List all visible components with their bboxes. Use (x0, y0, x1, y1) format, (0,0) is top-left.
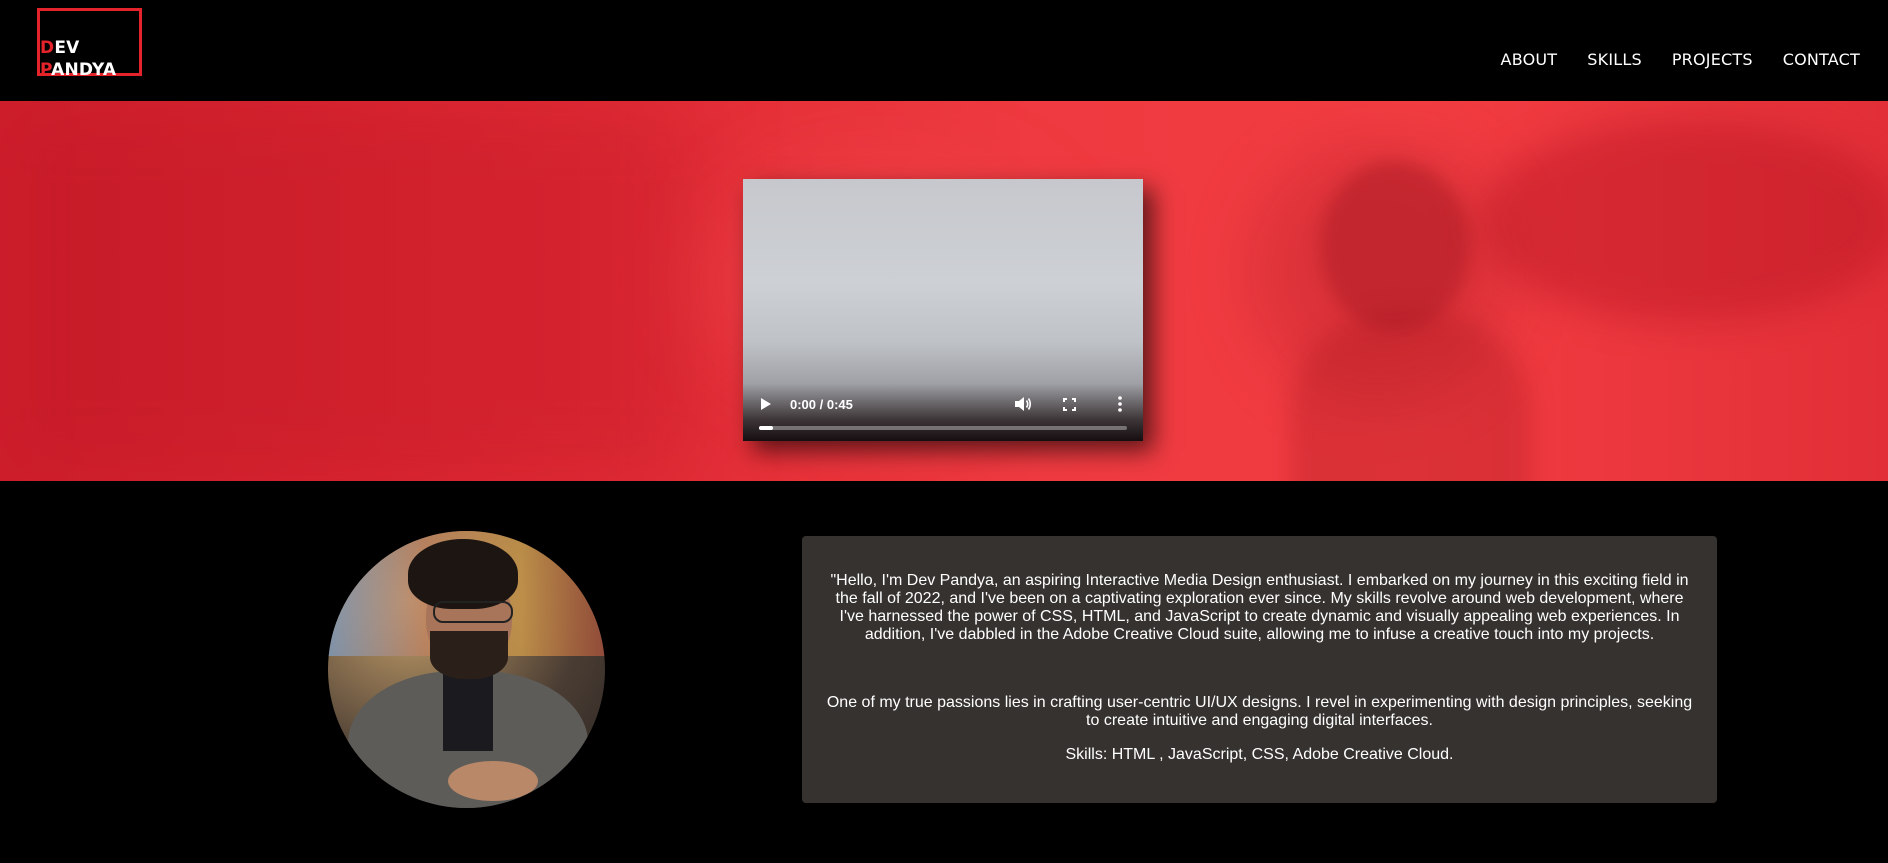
site-header: DEV PANDYA ABOUT SKILLS PROJECTS CONTACT (0, 0, 1888, 101)
profile-photo (328, 531, 605, 808)
photo-glasses (433, 601, 513, 623)
hero-texture (0, 101, 700, 481)
video-time: 0:00 / 0:45 (790, 397, 853, 412)
hero-texture (1480, 121, 1888, 321)
fullscreen-icon[interactable] (1063, 398, 1076, 411)
about-skills-text: Skills: HTML , JavaScript, CSS, Adobe Cr… (1065, 746, 1454, 763)
photo-hair (408, 539, 518, 609)
hero-figure-head (1320, 161, 1470, 331)
nav-contact-link[interactable]: CONTACT (1783, 50, 1860, 69)
logo-initial-d: D (40, 38, 55, 58)
logo-initial-p: P (40, 60, 52, 80)
volume-icon[interactable] (1014, 396, 1032, 412)
video-progress-bar[interactable] (759, 426, 1127, 430)
nav-projects-link[interactable]: PROJECTS (1672, 50, 1753, 69)
video-player[interactable]: 0:00 / 0:45 (743, 179, 1143, 441)
photo-shirt (443, 671, 493, 751)
nav-skills-link[interactable]: SKILLS (1587, 50, 1642, 69)
nav-about-link[interactable]: ABOUT (1501, 50, 1558, 69)
logo[interactable]: DEV PANDYA (37, 8, 142, 80)
logo-first-name: EV (54, 38, 80, 58)
about-passion-text: One of my true passions lies in crafting… (826, 694, 1693, 729)
video-controls: 0:00 / 0:45 (743, 383, 1143, 441)
logo-last-name: ANDYA (51, 60, 117, 80)
main-nav: ABOUT SKILLS PROJECTS CONTACT (1501, 50, 1860, 69)
logo-text: DEV PANDYA (40, 37, 116, 81)
about-intro-text: "Hello, I'm Dev Pandya, an aspiring Inte… (830, 572, 1689, 643)
hero-figure-shoulders (1290, 311, 1530, 481)
video-progress-fill (759, 426, 773, 430)
more-options-icon[interactable] (1118, 396, 1122, 412)
hero-banner: 0:00 / 0:45 (0, 101, 1888, 481)
play-icon[interactable] (761, 398, 771, 410)
photo-beard (430, 631, 508, 679)
photo-hand (448, 761, 538, 801)
about-panel: "Hello, I'm Dev Pandya, an aspiring Inte… (802, 536, 1717, 803)
